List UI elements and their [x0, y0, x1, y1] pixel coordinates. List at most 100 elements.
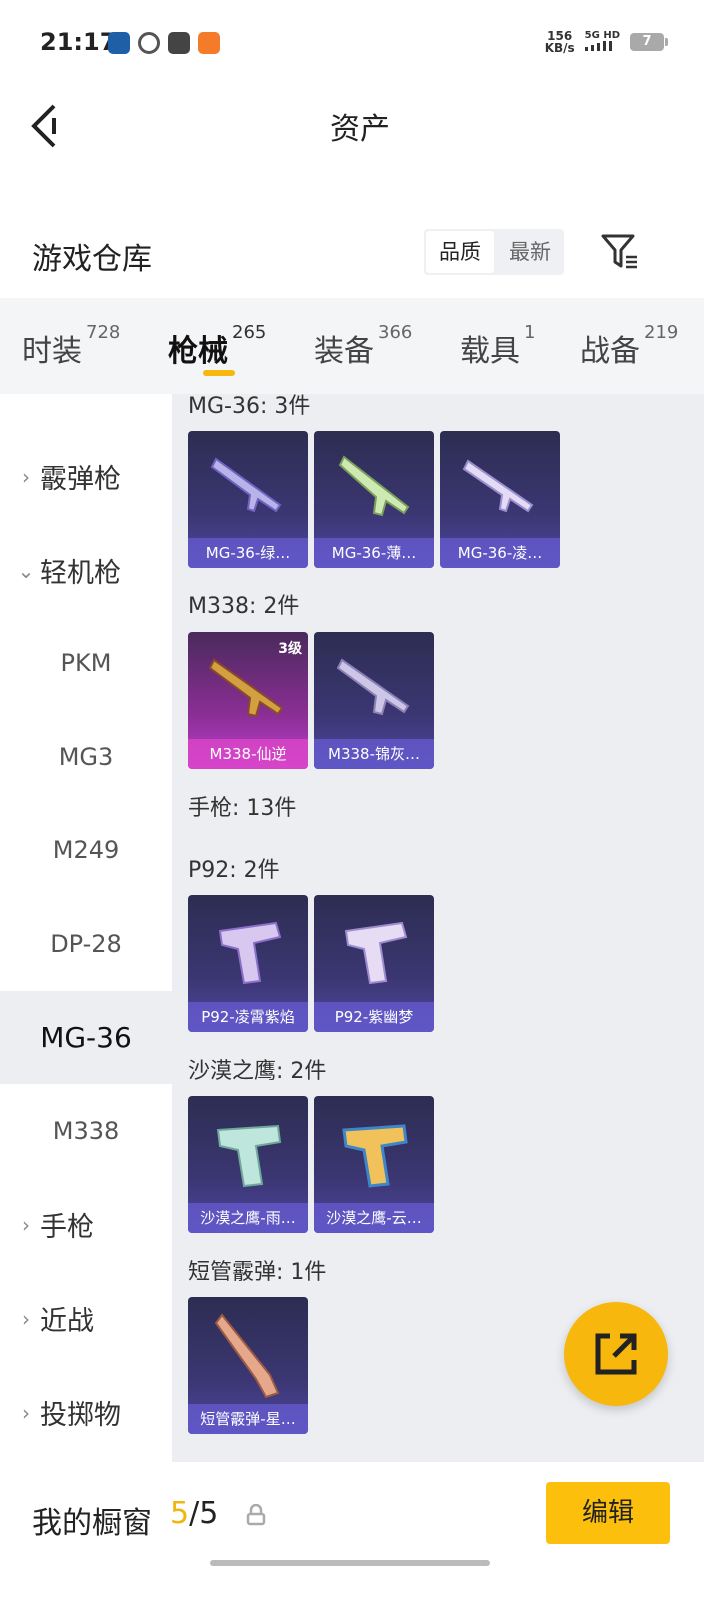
sidebar-item-pistol[interactable]: › 手枪: [0, 1178, 172, 1271]
showcase-bar: 我的橱窗 5/5 编辑: [0, 1462, 720, 1608]
network-speed: 156 KB/s: [545, 30, 575, 54]
sort-toggle: 品质 最新: [424, 229, 564, 275]
weapon-sidebar: › 霰弹枪 ⌄ 轻机枪 PKM MG3 M249 DP-28 MG-36 M33…: [0, 394, 172, 1462]
pistol-icon: [342, 1124, 408, 1188]
sidebar-sub-mg3[interactable]: MG3: [0, 711, 172, 804]
group-title-short-shotgun: 短管霰弹: 1件: [188, 1260, 327, 1285]
sidebar-item-label: 轻机枪: [40, 558, 121, 589]
weapon-card-name: P92-紫幽梦: [314, 1002, 434, 1032]
sidebar-item-melee[interactable]: › 近战: [0, 1272, 172, 1365]
tab-label: 时装: [22, 334, 82, 369]
weapon-card-name: 沙漠之鹰-云…: [314, 1203, 434, 1233]
tab-guns[interactable]: 枪械265: [168, 322, 266, 370]
weapon-card[interactable]: M338-锦灰…: [314, 632, 434, 769]
group-title-p92: P92: 2件: [188, 858, 280, 883]
section-title: 游戏仓库: [32, 242, 152, 277]
tab-label: 装备: [314, 334, 374, 369]
app-header: 资产: [0, 88, 720, 160]
tab-equipment[interactable]: 装备366: [314, 322, 412, 370]
sync-notification-icon: [138, 32, 160, 54]
pistol-icon: [216, 1124, 282, 1188]
battery-icon: 7: [630, 33, 668, 51]
tab-indicator: [203, 370, 235, 376]
weapon-card[interactable]: P92-凌霄紫焰: [188, 895, 308, 1032]
app-notification-icon: [108, 32, 130, 54]
showcase-separator: /: [189, 1496, 200, 1531]
sort-quality-button[interactable]: 品质: [426, 231, 494, 273]
tab-fashion[interactable]: 时装728: [22, 322, 120, 370]
tab-count: 366: [378, 322, 413, 343]
store-notification-icon: [198, 32, 220, 54]
home-indicator: [210, 1560, 490, 1566]
weapon-card-name: P92-凌霄紫焰: [188, 1002, 308, 1032]
edit-button[interactable]: 编辑: [546, 1482, 670, 1544]
group-title-mg36: MG-36: 3件: [188, 394, 311, 419]
pistol-icon: [344, 921, 408, 985]
sidebar-item-lmg[interactable]: ⌄ 轻机枪: [0, 524, 172, 617]
tab-label: 战备: [580, 334, 640, 369]
sidebar-sub-m249[interactable]: M249: [0, 804, 172, 897]
rifle-icon: [338, 455, 410, 517]
sort-newest-button[interactable]: 最新: [496, 229, 564, 275]
filter-icon: [601, 234, 637, 269]
mail-notification-icon: [168, 32, 190, 54]
sidebar-sub-m338[interactable]: M338: [0, 1085, 172, 1178]
group-title-m338: M338: 2件: [188, 594, 300, 619]
sidebar-item-shotgun[interactable]: › 霰弹枪: [0, 430, 172, 523]
signal-icon: [584, 41, 612, 51]
weapon-card[interactable]: MG-36-凌…: [440, 431, 560, 568]
weapon-card[interactable]: MG-36-薄…: [314, 431, 434, 568]
weapon-card[interactable]: 3级 M338-仙逆: [188, 632, 308, 769]
share-icon: [595, 1333, 637, 1375]
chevron-down-icon: ⌄: [17, 558, 35, 583]
rifle-icon: [210, 457, 282, 513]
network-indicator: 5G HD: [584, 30, 620, 54]
assets-page: 21:17 156 KB/s 5G HD 7 资产 游戏仓库 品质 最新 时装7…: [0, 0, 720, 1608]
share-button[interactable]: [564, 1302, 668, 1406]
tab-count: 265: [232, 322, 267, 343]
weapon-card[interactable]: 沙漠之鹰-云…: [314, 1096, 434, 1233]
chevron-right-icon: ›: [22, 1212, 30, 1237]
showcase-current: 5: [170, 1496, 190, 1531]
tab-vehicles[interactable]: 载具1: [460, 322, 535, 370]
lock-icon: [246, 1504, 266, 1526]
sidebar-item-label: 手枪: [40, 1212, 94, 1243]
sidebar-sub-pkm[interactable]: PKM: [0, 617, 172, 710]
tab-count: 728: [86, 322, 121, 343]
sidebar-sub-mg36[interactable]: MG-36: [0, 991, 172, 1084]
notification-icons: [108, 32, 220, 54]
status-bar: 21:17 156 KB/s 5G HD 7: [0, 0, 720, 88]
rifle-icon: [462, 459, 534, 513]
showcase-total: 5: [199, 1496, 219, 1531]
shotgun-icon: [214, 1313, 280, 1399]
sidebar-sub-dp28[interactable]: DP-28: [0, 898, 172, 991]
weapon-card-name: M338-仙逆: [188, 739, 308, 769]
tab-label: 枪械: [168, 334, 228, 369]
weapon-card[interactable]: 短管霰弹-星…: [188, 1297, 308, 1434]
filter-button[interactable]: [600, 232, 640, 272]
weapon-card[interactable]: MG-36-绿…: [188, 431, 308, 568]
speed-unit: KB/s: [544, 41, 575, 55]
category-tabs: 时装728 枪械265 装备366 载具1 战备219: [0, 298, 704, 394]
status-time: 21:17: [40, 28, 117, 56]
tab-label: 载具: [460, 334, 520, 369]
sidebar-item-label: 投掷物: [40, 1400, 121, 1431]
weapon-card-name: MG-36-绿…: [188, 538, 308, 568]
chevron-right-icon: ›: [22, 1400, 30, 1425]
group-title-pistol: 手枪: 13件: [188, 796, 297, 821]
showcase-label: 我的橱窗: [32, 1506, 152, 1541]
rifle-icon: [336, 658, 410, 716]
weapon-card-name: MG-36-薄…: [314, 538, 434, 568]
tab-count: 219: [644, 322, 679, 343]
network-type: 5G HD: [584, 30, 620, 41]
weapon-card[interactable]: 沙漠之鹰-雨…: [188, 1096, 308, 1233]
tab-count: 1: [524, 322, 536, 343]
weapon-card-name: M338-锦灰…: [314, 739, 434, 769]
group-title-deagle: 沙漠之鹰: 2件: [188, 1059, 327, 1084]
weapon-card[interactable]: P92-紫幽梦: [314, 895, 434, 1032]
weapon-card-name: 短管霰弹-星…: [188, 1404, 308, 1434]
weapon-card-name: 沙漠之鹰-雨…: [188, 1203, 308, 1233]
chevron-right-icon: ›: [22, 464, 30, 489]
tab-gear[interactable]: 战备219: [580, 322, 678, 370]
sidebar-item-throwable[interactable]: › 投掷物: [0, 1366, 172, 1459]
